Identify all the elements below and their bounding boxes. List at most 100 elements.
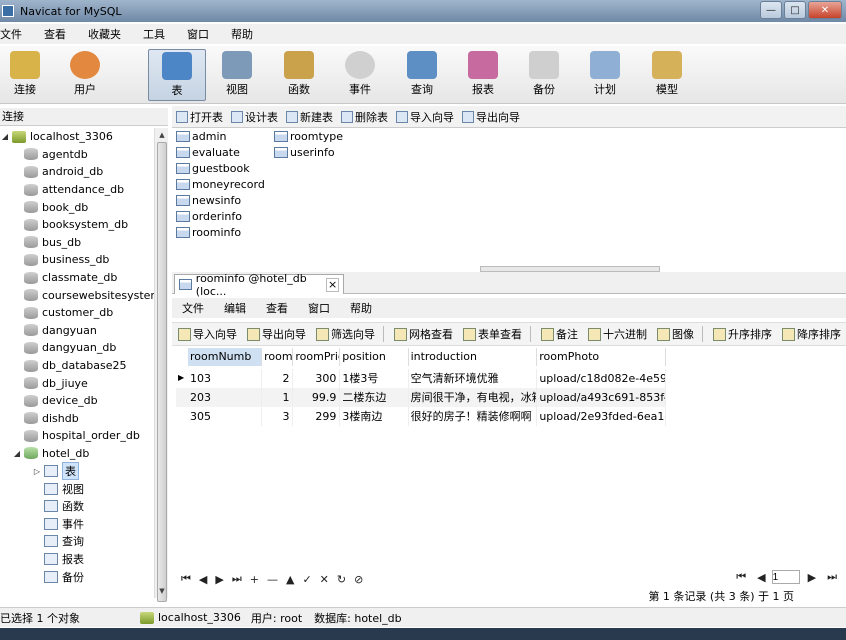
toolbar-user-button[interactable]: 用户: [56, 49, 114, 101]
tab-roominfo[interactable]: roominfo @hotel_db (loc... ×: [174, 272, 344, 298]
sort-desc-button[interactable]: 降序排序: [782, 326, 841, 342]
table-item-newsinfo[interactable]: newsinfo: [176, 192, 241, 208]
tree-database[interactable]: dangyuan_db: [0, 339, 154, 357]
new-table-button[interactable]: 新建表: [286, 109, 333, 125]
delete-table-button[interactable]: 删除表: [341, 109, 388, 125]
table-item-roominfo[interactable]: roominfo: [176, 224, 241, 240]
tree-queries-node[interactable]: 查询: [0, 533, 154, 551]
grid-cell[interactable]: 空气清新环境优雅: [409, 369, 538, 388]
toolbar-backup-button[interactable]: 备份: [515, 49, 573, 101]
grid-cell[interactable]: 203: [188, 388, 263, 407]
column-header[interactable]: roomNumb: [188, 348, 263, 366]
editor-menu-edit[interactable]: 编辑: [224, 300, 246, 316]
grid-cell[interactable]: 3楼南边: [340, 407, 409, 426]
first-page-icon[interactable]: ⏮: [736, 570, 746, 584]
tree-database[interactable]: booksystem_db: [0, 216, 154, 234]
column-header[interactable]: roomPric: [293, 348, 341, 366]
tree-backups-node[interactable]: 备份: [0, 568, 154, 586]
design-table-button[interactable]: 设计表: [231, 109, 278, 125]
table-item-guestbook[interactable]: guestbook: [176, 160, 250, 176]
cancel-changes-icon[interactable]: ✕: [320, 573, 329, 586]
tree-scrollbar[interactable]: ▲ ▼: [154, 128, 169, 602]
tree-database[interactable]: coursewebsitesystem: [0, 286, 154, 304]
menu-favorites[interactable]: 收藏夹: [88, 26, 121, 42]
edit-record-icon[interactable]: ▲: [286, 573, 294, 586]
grid-cell[interactable]: 1: [262, 388, 294, 407]
tree-host[interactable]: ◢ localhost_3306: [0, 128, 154, 146]
menu-view[interactable]: 查看: [44, 26, 66, 42]
tree-database[interactable]: book_db: [0, 198, 154, 216]
form-view-button[interactable]: 表单查看: [463, 326, 522, 342]
menu-tools[interactable]: 工具: [143, 26, 165, 42]
prev-page-icon[interactable]: ◀: [757, 571, 765, 584]
hex-button[interactable]: 十六进制: [588, 326, 647, 342]
table-item-evaluate[interactable]: evaluate: [176, 144, 240, 160]
tree-database[interactable]: agentdb: [0, 146, 154, 164]
sort-asc-button[interactable]: 升序排序: [713, 326, 772, 342]
tree-events-node[interactable]: 事件: [0, 515, 154, 533]
table-item-moneyrecord[interactable]: moneyrecord: [176, 176, 265, 192]
toolbar-query-button[interactable]: 查询: [393, 49, 451, 101]
tree-database[interactable]: business_db: [0, 251, 154, 269]
toolbar-report-button[interactable]: 报表: [454, 49, 512, 101]
tree-database-open[interactable]: ◢ hotel_db: [0, 445, 154, 463]
editor-menu-file[interactable]: 文件: [182, 300, 204, 316]
scroll-thumb[interactable]: [157, 142, 167, 602]
stop-icon[interactable]: ⊘: [354, 573, 363, 586]
export-wizard-button[interactable]: 导出向导: [462, 109, 520, 125]
table-row[interactable]: 203 1 99.9 二楼东边 房间很干净，有电视，冰箱 upload/a493…: [176, 388, 666, 407]
next-record-icon[interactable]: ▶: [215, 573, 223, 586]
toolbar-table-button[interactable]: 表: [148, 49, 206, 101]
column-header[interactable]: room: [262, 348, 294, 366]
first-record-icon[interactable]: ⏮: [181, 572, 191, 586]
table-item-orderinfo[interactable]: orderinfo: [176, 208, 242, 224]
grid-cell[interactable]: 房间很干净，有电视，冰箱: [409, 388, 538, 407]
grid-cell[interactable]: 3: [262, 407, 294, 426]
tree-functions-node[interactable]: 函数: [0, 497, 154, 515]
import-wizard-button[interactable]: 导入向导: [178, 326, 237, 342]
grid-cell[interactable]: upload/c18d082e-4e59-4: [537, 369, 666, 388]
tree-database[interactable]: attendance_db: [0, 181, 154, 199]
refresh-icon[interactable]: ↻: [337, 573, 346, 586]
grid-cell[interactable]: 2: [262, 369, 294, 388]
grid-cell[interactable]: upload/a493c691-853f-42: [537, 388, 666, 407]
grid-cell[interactable]: 103: [188, 369, 263, 388]
table-item-roomtype[interactable]: roomtype: [274, 128, 343, 144]
editor-menu-window[interactable]: 窗口: [308, 300, 330, 316]
grid-cell[interactable]: 二楼东边: [340, 388, 409, 407]
maximize-button[interactable]: □: [784, 1, 806, 19]
last-record-icon[interactable]: ⏭: [232, 572, 242, 586]
memo-button[interactable]: 备注: [541, 326, 578, 342]
column-header[interactable]: position: [340, 348, 409, 366]
table-row[interactable]: 103 2 300 1楼3号 空气清新环境优雅 upload/c18d082e-…: [176, 369, 666, 388]
filter-wizard-button[interactable]: 筛选向导: [316, 326, 375, 342]
tree-database[interactable]: dishdb: [0, 410, 154, 428]
tree-tables-node[interactable]: ▷ 表: [0, 462, 154, 481]
grid-cell[interactable]: 300: [293, 369, 341, 388]
tree-reports-node[interactable]: 报表: [0, 550, 154, 568]
column-header[interactable]: roomPhoto: [537, 348, 666, 366]
scroll-down-icon[interactable]: ▼: [155, 584, 169, 598]
grid-cell[interactable]: 1楼3号: [340, 369, 409, 388]
collapse-icon[interactable]: ◢: [12, 449, 22, 458]
tree-database[interactable]: dangyuan: [0, 322, 154, 340]
tree-database[interactable]: hospital_order_db: [0, 427, 154, 445]
column-header[interactable]: introduction: [409, 348, 538, 366]
apply-changes-icon[interactable]: ✓: [302, 573, 311, 586]
open-table-button[interactable]: 打开表: [176, 109, 223, 125]
page-number-input[interactable]: [771, 570, 800, 584]
export-wizard-button[interactable]: 导出向导: [247, 326, 306, 342]
next-page-icon[interactable]: ▶: [808, 571, 816, 584]
last-page-icon[interactable]: ⏭: [827, 570, 837, 584]
editor-menu-help[interactable]: 帮助: [350, 300, 372, 316]
prev-record-icon[interactable]: ◀: [199, 573, 207, 586]
image-button[interactable]: 图像: [657, 326, 694, 342]
grid-cell[interactable]: 很好的房子！精装修啊啊: [409, 407, 538, 426]
tree-database[interactable]: classmate_db: [0, 269, 154, 287]
close-button[interactable]: ✕: [808, 1, 842, 19]
toolbar-connection-button[interactable]: 连接: [0, 49, 54, 101]
toolbar-model-button[interactable]: 模型: [638, 49, 696, 101]
grid-cell[interactable]: 99.9: [293, 388, 341, 407]
delete-record-icon[interactable]: —: [267, 573, 278, 586]
editor-menu-view[interactable]: 查看: [266, 300, 288, 316]
